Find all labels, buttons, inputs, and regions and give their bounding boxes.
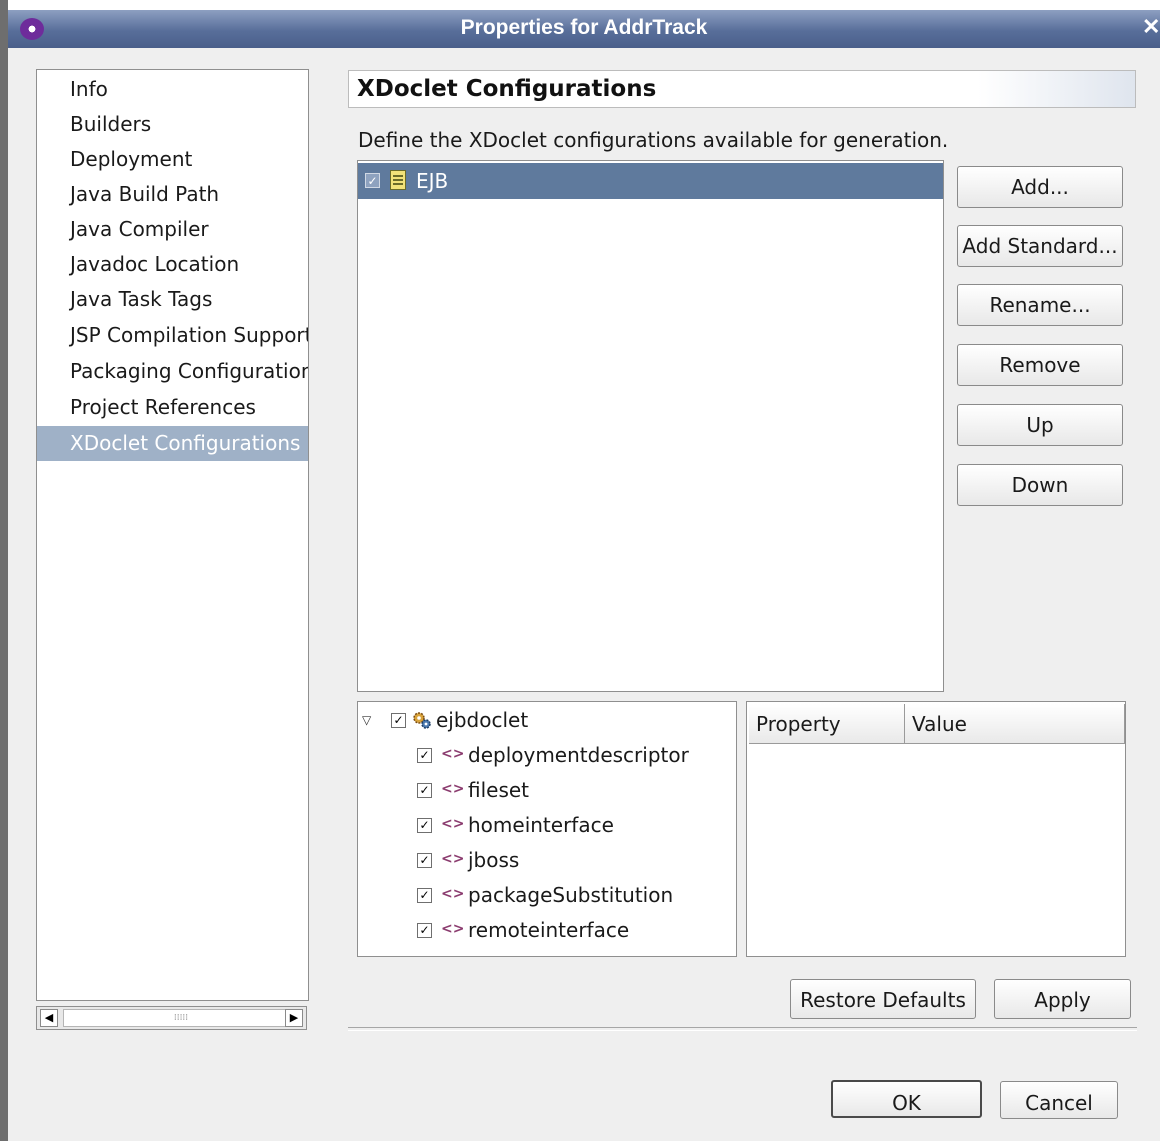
scroll-right-arrow-icon[interactable]: ▶	[285, 1009, 303, 1027]
gear-icon	[413, 712, 431, 729]
tree-item-label: deploymentdescriptor	[468, 743, 689, 767]
nav-item-deployment[interactable]: Deployment	[37, 142, 308, 177]
tag-icon: <>	[441, 921, 465, 937]
page-description: Define the XDoclet configurations availa…	[358, 128, 949, 152]
nav-item-packaging-configurations[interactable]: Packaging Configurations	[37, 354, 308, 389]
doclet-tree[interactable]: ▽ ✓ ejbdoclet ✓ <> deploymentdescriptor …	[357, 701, 737, 957]
checkbox[interactable]: ✓	[417, 783, 432, 798]
tree-item-remoteinterface[interactable]: ✓ <> remoteinterface	[358, 916, 736, 946]
page-header: XDoclet Configurations	[348, 70, 1136, 108]
tree-item-label: remoteinterface	[468, 918, 630, 942]
scroll-left-arrow-icon[interactable]: ◀	[40, 1009, 58, 1027]
remove-button[interactable]: Remove	[957, 344, 1123, 386]
property-page-list[interactable]: Info Builders Deployment Java Build Path…	[36, 69, 309, 1001]
down-button[interactable]: Down	[957, 464, 1123, 506]
list-item-label: EJB	[416, 169, 449, 193]
nav-item-project-references[interactable]: Project References	[37, 390, 308, 425]
tree-item-label: packageSubstitution	[468, 883, 674, 907]
checkbox[interactable]: ✓	[417, 818, 432, 833]
nav-item-builders[interactable]: Builders	[37, 107, 308, 142]
nav-horizontal-scrollbar[interactable]: ◀ ⁞⁞⁞⁞⁞ ▶	[36, 1006, 307, 1030]
expand-triangle-icon[interactable]: ▽	[362, 714, 376, 726]
screen-top-edge	[0, 0, 1160, 10]
configuration-list[interactable]: ✓ EJB	[357, 160, 944, 692]
restore-defaults-button[interactable]: Restore Defaults	[790, 979, 976, 1019]
tree-item-fileset[interactable]: ✓ <> fileset	[358, 776, 736, 806]
nav-item-java-build-path[interactable]: Java Build Path	[37, 177, 308, 212]
checkbox[interactable]: ✓	[391, 713, 406, 728]
tree-item-label: jboss	[468, 848, 520, 872]
rename-button[interactable]: Rename...	[957, 284, 1123, 326]
tree-item-homeinterface[interactable]: ✓ <> homeinterface	[358, 811, 736, 841]
add-standard-button[interactable]: Add Standard...	[957, 225, 1123, 267]
title-bar[interactable]: Properties for AddrTrack ✕	[8, 10, 1160, 48]
page-title: XDoclet Configurations	[357, 76, 657, 102]
scroll-thumb[interactable]: ⁞⁞⁞⁞⁞	[63, 1009, 299, 1027]
nav-item-jsp-compilation-support[interactable]: JSP Compilation Support	[37, 318, 308, 353]
list-item[interactable]: ✓ EJB	[358, 163, 943, 199]
apply-button[interactable]: Apply	[994, 979, 1131, 1019]
ok-button[interactable]: OK	[831, 1080, 982, 1118]
checkbox[interactable]: ✓	[417, 748, 432, 763]
checkbox[interactable]: ✓	[365, 173, 380, 188]
nav-item-javadoc-location[interactable]: Javadoc Location	[37, 247, 308, 282]
nav-item-java-task-tags[interactable]: Java Task Tags	[37, 282, 308, 317]
properties-dialog: Properties for AddrTrack ✕ Info Builders…	[0, 0, 1160, 1141]
nav-item-info[interactable]: Info	[37, 72, 308, 107]
nav-item-xdoclet-configurations[interactable]: XDoclet Configurations	[37, 426, 308, 461]
tag-icon: <>	[441, 746, 465, 762]
window-title: Properties for AddrTrack	[460, 16, 708, 39]
cancel-button[interactable]: Cancel	[1000, 1081, 1118, 1119]
close-icon[interactable]: ✕	[1142, 14, 1160, 42]
separator	[348, 1027, 1137, 1031]
tree-root-ejbdoclet[interactable]: ▽ ✓ ejbdoclet	[358, 706, 736, 736]
property-table[interactable]: Property Value	[746, 701, 1126, 957]
add-button[interactable]: Add...	[957, 166, 1123, 208]
checkbox[interactable]: ✓	[417, 923, 432, 938]
tag-icon: <>	[441, 851, 465, 867]
tree-item-label: homeinterface	[468, 813, 614, 837]
tree-root-label: ejbdoclet	[436, 708, 529, 732]
tree-item-packagesubstitution[interactable]: ✓ <> packageSubstitution	[358, 881, 736, 911]
screen-left-edge	[0, 0, 8, 1141]
column-header-value[interactable]: Value	[905, 704, 1125, 744]
checkbox[interactable]: ✓	[417, 853, 432, 868]
tree-item-deploymentdescriptor[interactable]: ✓ <> deploymentdescriptor	[358, 741, 736, 771]
tree-item-label: fileset	[468, 778, 530, 802]
tree-item-jboss[interactable]: ✓ <> jboss	[358, 846, 736, 876]
checkbox[interactable]: ✓	[417, 888, 432, 903]
tag-icon: <>	[441, 781, 465, 797]
config-file-icon	[390, 170, 406, 190]
nav-item-java-compiler[interactable]: Java Compiler	[37, 212, 308, 247]
tag-icon: <>	[441, 816, 465, 832]
column-header-property[interactable]: Property	[749, 704, 905, 744]
tag-icon: <>	[441, 886, 465, 902]
up-button[interactable]: Up	[957, 404, 1123, 446]
